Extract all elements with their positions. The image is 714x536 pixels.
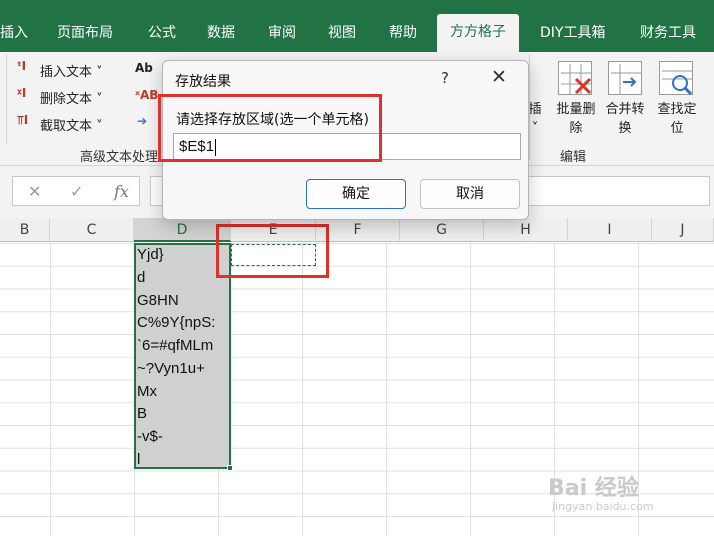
tab-review[interactable]: 审阅 (268, 15, 296, 52)
column-header-b[interactable]: B (0, 218, 50, 242)
excel-window: 插入 页面布局 公式 数据 审阅 视图 帮助 方方格子 DIY工具箱 财务工具 … (0, 0, 714, 536)
edit-group-label: 编辑 (560, 150, 587, 165)
cancel-icon[interactable]: ✕ (28, 182, 41, 201)
check-icon[interactable]: ✓ (70, 182, 83, 201)
ribbon-divider (529, 54, 530, 160)
dialog-title: 存放结果 (175, 74, 231, 90)
tab-finance-tools[interactable]: 财务工具 (640, 15, 696, 52)
merge-arrows-icon (611, 64, 641, 94)
ok-button[interactable]: 确定 (306, 179, 406, 209)
delete-text-button[interactable]: 删除文本 ˅ (40, 88, 103, 107)
insert-text-label: 插入文本 (40, 65, 93, 80)
baidu-watermark: Bai 经验 (548, 476, 639, 501)
tab-formulas[interactable]: 公式 (148, 15, 176, 52)
highlight-box-input (158, 94, 382, 162)
tab-help[interactable]: 帮助 (389, 15, 417, 52)
column-header-g[interactable]: G (400, 218, 484, 242)
column-header-c[interactable]: C (50, 218, 134, 242)
ribbon-tab-bar: 插入 页面布局 公式 数据 审阅 视图 帮助 方方格子 DIY工具箱 财务工具 (0, 0, 714, 52)
column-header-h[interactable]: H (484, 218, 568, 242)
tab-data[interactable]: 数据 (207, 15, 235, 52)
ribbon-divider (6, 54, 7, 144)
tab-insert[interactable]: 插入 (0, 15, 28, 52)
cell-d9[interactable]: -v$- (137, 426, 163, 449)
fx-icon[interactable]: fx (114, 182, 129, 201)
merge-convert-button[interactable]: 合并转换 (602, 100, 648, 138)
merge-convert-icon (608, 61, 642, 95)
highlight-box-e1 (216, 224, 329, 278)
magnifier-icon (662, 70, 693, 96)
cell-d5[interactable]: `6=#qfMLm (137, 335, 213, 358)
cell-d8[interactable]: B (137, 403, 147, 426)
cell-d3[interactable]: G8HN (137, 290, 179, 313)
close-icon[interactable]: ✕ (491, 66, 507, 88)
tab-fangfang[interactable]: 方方格子 (437, 14, 519, 52)
delete-text-icon: ᵡI (17, 86, 27, 100)
help-icon[interactable]: ? (441, 69, 449, 87)
arrow-right-icon[interactable]: ➔ (137, 114, 147, 128)
tab-page-layout[interactable]: 页面布局 (57, 15, 113, 52)
remove-format-icon[interactable]: ˣAB (135, 88, 158, 102)
extract-text-label: 截取文本 (40, 119, 93, 134)
cell-d10[interactable]: l (137, 449, 140, 472)
delete-text-label: 删除文本 (40, 92, 93, 107)
extract-text-button[interactable]: 截取文本 ˅ (40, 115, 103, 134)
column-header-j[interactable]: J (652, 218, 714, 242)
column-header-i[interactable]: I (568, 218, 652, 242)
tab-diy-toolbox[interactable]: DIY工具箱 (540, 15, 605, 52)
batch-delete-button[interactable]: 批量删除 (551, 100, 601, 138)
cell-d1[interactable]: Yjd} (137, 244, 164, 267)
cell-d4[interactable]: C%9Y{npS: (137, 312, 215, 335)
cancel-button[interactable]: 取消 (420, 179, 520, 209)
grid-x-icon (561, 64, 592, 95)
text-case-icon[interactable]: Ab (135, 61, 153, 75)
text-group-label: 高级文本处理 (80, 150, 159, 165)
cell-d7[interactable]: Mx (137, 381, 157, 404)
baidu-watermark-url: jingyan.baidu.com (552, 500, 654, 513)
find-locate-button[interactable]: 查找定位 (652, 100, 702, 138)
fill-handle[interactable] (227, 465, 233, 471)
cell-d2[interactable]: d (137, 267, 145, 290)
insert-text-icon: ᵗI (17, 59, 27, 73)
extract-text-icon: ⫪I (17, 113, 29, 127)
cell-d6[interactable]: ~?Vyn1u+ (137, 358, 205, 381)
find-locate-icon (659, 61, 693, 96)
insert-text-button[interactable]: 插入文本 ˅ (40, 61, 103, 80)
batch-delete-icon (558, 61, 592, 95)
partial-button-label: 插 (528, 102, 542, 117)
tab-view[interactable]: 视图 (328, 15, 356, 52)
